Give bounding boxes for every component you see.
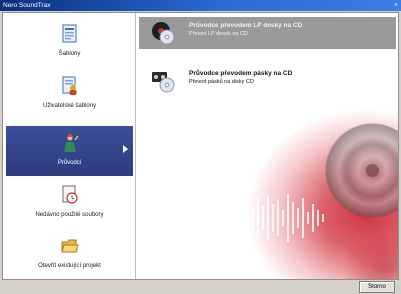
lp-to-cd-icon bbox=[152, 22, 175, 45]
user-template-icon bbox=[62, 76, 76, 95]
open-folder-icon bbox=[60, 239, 79, 253]
footer-bar: Storno bbox=[0, 280, 401, 294]
content-panel: Průvodce převodem LP desky na CD Převod … bbox=[137, 13, 398, 279]
option-lp-to-cd[interactable]: Průvodce převodem LP desky na CD Převod … bbox=[139, 17, 396, 49]
window-title: Nero SoundTrax bbox=[3, 2, 51, 9]
cancel-button[interactable]: Storno bbox=[359, 281, 395, 293]
sidebar-item-label: Průvodci bbox=[57, 160, 82, 166]
waveform-artwork-icon bbox=[227, 194, 324, 242]
title-bar: Nero SoundTrax × bbox=[0, 0, 401, 11]
sidebar-item-wizards[interactable]: Průvodci bbox=[6, 126, 133, 176]
option-subtitle: Převod pásků na disky CD bbox=[189, 79, 254, 85]
sidebar-item-recent-files[interactable]: Nedávno použité soubory bbox=[6, 178, 133, 228]
sidebar-item-label: Uživatelské šablony bbox=[42, 103, 97, 109]
chevron-right-icon bbox=[123, 145, 128, 153]
wizard-icon bbox=[63, 133, 78, 152]
option-title: Průvodce převodem pásky na CD bbox=[189, 70, 293, 77]
sidebar-item-user-templates[interactable]: Uživatelské šablony bbox=[6, 69, 133, 119]
option-subtitle: Převod LP desek na CD bbox=[189, 31, 248, 37]
tape-to-cd-icon bbox=[152, 72, 175, 93]
sidebar: Šablony Uživatelské šablony Průvodci Ned… bbox=[3, 13, 136, 279]
close-icon[interactable]: × bbox=[394, 0, 398, 11]
sidebar-item-templates[interactable]: Šablony bbox=[6, 17, 133, 67]
sidebar-item-label: Nedávno použité soubory bbox=[35, 212, 104, 218]
option-tape-to-cd[interactable]: Průvodce převodem pásky na CD Převod pás… bbox=[139, 65, 396, 97]
recent-files-icon bbox=[62, 185, 78, 204]
sidebar-item-label: Šablony bbox=[58, 51, 81, 57]
option-title: Průvodce převodem LP desky na CD bbox=[189, 22, 303, 29]
template-icon bbox=[62, 24, 76, 43]
sidebar-item-open-project[interactable]: Otevřít existující projekt bbox=[6, 229, 133, 279]
sidebar-item-label: Otevřít existující projekt bbox=[38, 263, 101, 269]
